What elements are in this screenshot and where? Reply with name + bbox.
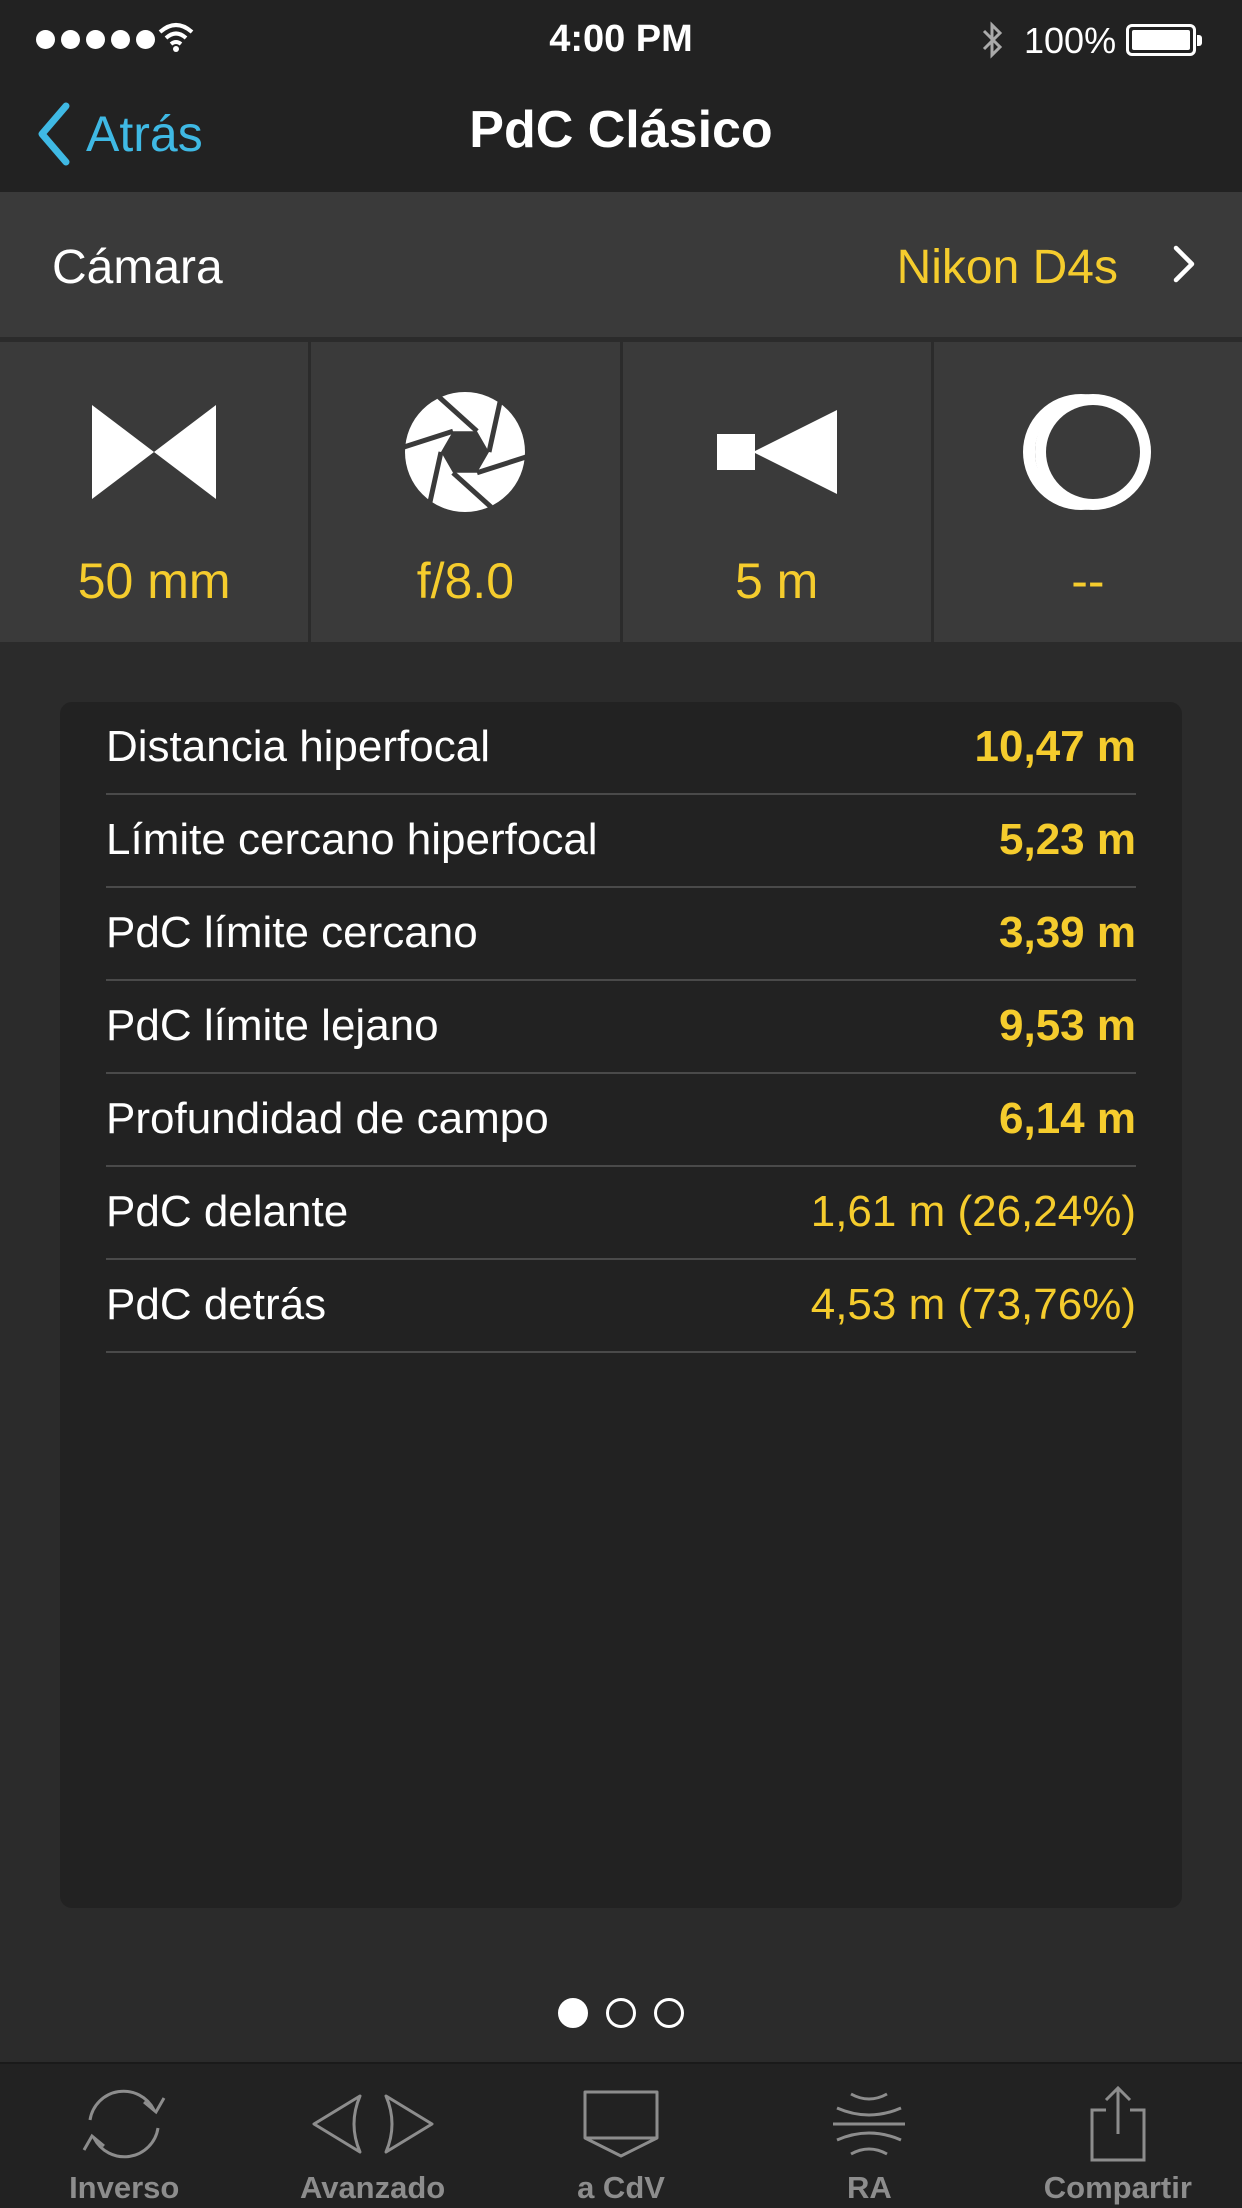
- result-label: PdC límite lejano: [106, 1001, 439, 1050]
- camera-label: Cámara: [52, 241, 223, 294]
- result-value: 9,53 m: [999, 1001, 1136, 1050]
- focus-distance-icon: [623, 387, 931, 517]
- result-label: PdC detrás: [106, 1280, 327, 1329]
- settings-row: 50 mm f/8.0 5 m --: [0, 342, 1242, 642]
- focal-length-icon: [0, 387, 308, 517]
- camera-selector[interactable]: Cámara Nikon D4s: [0, 192, 1242, 340]
- battery-percent: 100%: [1024, 20, 1117, 61]
- focal-length-value: 50 mm: [77, 553, 231, 609]
- camera-value: Nikon D4s: [896, 241, 1118, 294]
- tab-bar: Inverso Avanzado a CdV RA Compartir: [0, 2062, 1242, 2208]
- status-bar: 4:00 PM 100%: [0, 0, 1242, 80]
- aperture-setting[interactable]: f/8.0: [311, 342, 620, 642]
- bluetooth-icon: [980, 20, 1006, 65]
- focus-distance-setting[interactable]: 5 m: [622, 342, 931, 642]
- aperture-icon: [311, 387, 619, 517]
- result-label: Distancia hiperfocal: [106, 722, 490, 771]
- page-dot-2[interactable]: [606, 1998, 636, 2028]
- tab-label: Avanzado: [299, 2170, 446, 2205]
- teleconverter-setting[interactable]: --: [933, 342, 1242, 642]
- ar-icon: [745, 2084, 993, 2164]
- aperture-value: f/8.0: [416, 553, 515, 609]
- tab-a-cdv[interactable]: a CdV: [497, 2064, 745, 2208]
- result-label: PdC límite cercano: [106, 908, 478, 957]
- navigation-bar: Atrás PdC Clásico: [0, 80, 1242, 192]
- refresh-icon: [0, 2084, 248, 2164]
- result-value: 1,61 m (26,24%): [810, 1187, 1136, 1236]
- advanced-icon: [248, 2084, 496, 2164]
- result-value: 6,14 m: [999, 1094, 1136, 1143]
- page-title: PdC Clásico: [469, 101, 773, 159]
- page-control[interactable]: [0, 1998, 1242, 2028]
- tab-label: Inverso: [69, 2170, 180, 2205]
- result-label: Límite cercano hiperfocal: [106, 815, 598, 864]
- tab-label: RA: [847, 2170, 892, 2205]
- result-row-hyperfocal-distance: Distancia hiperfocal 10,47 m: [106, 702, 1136, 795]
- fov-icon: [497, 2084, 745, 2164]
- result-value: 10,47 m: [974, 722, 1136, 771]
- results-panel: Distancia hiperfocal 10,47 m Límite cerc…: [60, 702, 1182, 1908]
- tab-ra[interactable]: RA: [745, 2064, 993, 2208]
- result-row-hyperfocal-near-limit: Límite cercano hiperfocal 5,23 m: [106, 795, 1136, 888]
- result-row-dof-far-limit: PdC límite lejano 9,53 m: [106, 981, 1136, 1074]
- teleconverter-icon: [934, 387, 1242, 517]
- tab-avanzado[interactable]: Avanzado: [248, 2064, 496, 2208]
- tab-label: Compartir: [1043, 2170, 1192, 2205]
- page-dot-1[interactable]: [558, 1998, 588, 2028]
- teleconverter-value: --: [1071, 553, 1105, 609]
- battery-icon: [1126, 24, 1202, 56]
- tab-label: a CdV: [577, 2170, 665, 2205]
- result-value: 3,39 m: [999, 908, 1136, 957]
- tab-compartir[interactable]: Compartir: [994, 2064, 1242, 2208]
- chevron-right-icon: [1172, 244, 1196, 289]
- result-row-dof-behind: PdC detrás 4,53 m (73,76%): [106, 1260, 1136, 1353]
- result-value: 5,23 m: [999, 815, 1136, 864]
- focus-distance-value: 5 m: [734, 553, 819, 609]
- page-dot-3[interactable]: [654, 1998, 684, 2028]
- result-row-dof-in-front: PdC delante 1,61 m (26,24%): [106, 1167, 1136, 1260]
- result-label: PdC delante: [106, 1187, 349, 1236]
- result-row-depth-of-field: Profundidad de campo 6,14 m: [106, 1074, 1136, 1167]
- tab-inverso[interactable]: Inverso: [0, 2064, 248, 2208]
- result-value: 4,53 m (73,76%): [810, 1280, 1136, 1329]
- focal-length-setting[interactable]: 50 mm: [0, 342, 309, 642]
- result-label: Profundidad de campo: [106, 1094, 549, 1143]
- result-row-dof-near-limit: PdC límite cercano 3,39 m: [106, 888, 1136, 981]
- share-icon: [994, 2084, 1242, 2164]
